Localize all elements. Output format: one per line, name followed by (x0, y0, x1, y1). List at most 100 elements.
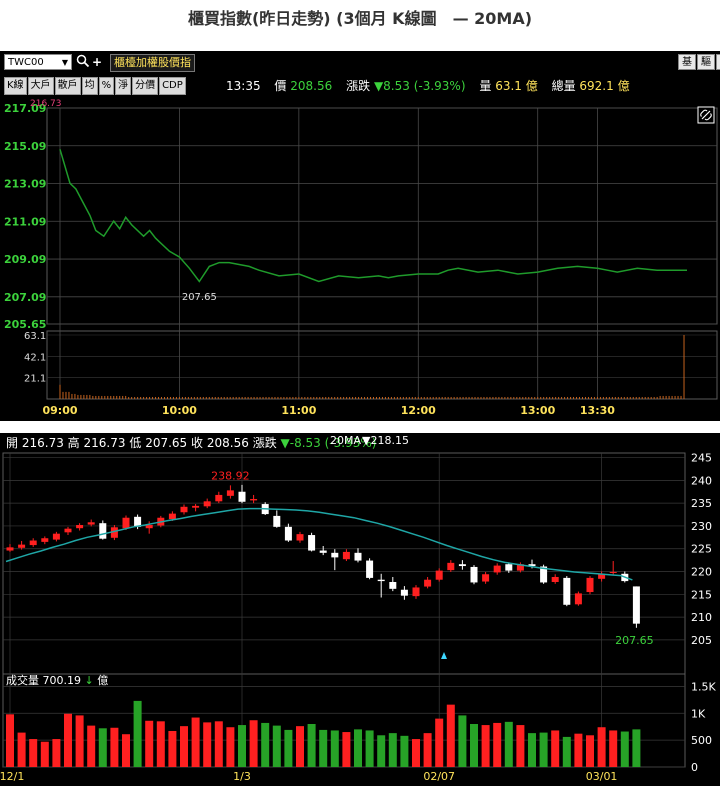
open-value-label: 216.73 (30, 99, 62, 109)
indicator-tabs: K線 大戶 散戶均% 淨分價 CDP (4, 77, 187, 95)
tab-kline[interactable]: K線 (4, 77, 27, 95)
volume-bar (238, 725, 246, 767)
price-tick-label: 210 (691, 611, 712, 624)
time-tick-label: 10:00 (162, 404, 197, 417)
candle-body (563, 577, 571, 605)
volume-legend-label: 成交量 (6, 674, 39, 687)
volume-bar (191, 717, 200, 767)
volume-bar (342, 732, 351, 767)
quote-volume: 63.1 億 (495, 79, 538, 93)
volume-bar (98, 728, 107, 767)
volume-bar (29, 739, 38, 767)
volume-bar (609, 730, 618, 767)
tab-major-holders[interactable]: 大戶 (27, 77, 54, 95)
volume-bar (17, 732, 26, 767)
candle-body (6, 547, 14, 551)
volume-bar (365, 730, 374, 767)
volume-bar (203, 722, 212, 767)
kline-chart: 20MA ▼218.15 245 240 235 230 225 220 215 210 205… (0, 434, 716, 783)
price-tick-label: 205 (691, 634, 712, 647)
volume-bar (586, 735, 594, 767)
tab-price-distribution[interactable]: 分價 (132, 77, 159, 95)
candle-body (424, 579, 432, 587)
candle-body (99, 523, 107, 539)
volume-bar (539, 732, 548, 767)
candle-body (215, 494, 223, 502)
candle-body (435, 570, 443, 580)
quote-bar: 13:35 價 208.56 漲跌 ▼8.53 (-3.93%) 量 63.1 … (226, 77, 630, 95)
low-value-label: 207.65 (182, 292, 217, 303)
volume-bar (180, 726, 188, 767)
ma20-line (5, 507, 633, 581)
tab-retail[interactable]: 散戶 (54, 77, 81, 95)
volume-bar (272, 725, 281, 767)
kline-plot-frame (2, 452, 686, 768)
toolbar: TWC00 ▼ + 櫃檯加權股價指 基 驅 肩 (0, 51, 720, 75)
volume-tick-label: 0 (691, 761, 698, 774)
candle-body (145, 525, 153, 529)
tab-average[interactable]: 均 (81, 77, 98, 95)
date-tick-label: 12/1 (0, 770, 24, 783)
peak-value-label: 238.92 (211, 469, 250, 482)
candle-body (377, 579, 385, 582)
date-tick-label: 1/3 (233, 770, 251, 783)
cursor-marker-icon[interactable] (441, 652, 447, 659)
add-icon[interactable]: + (92, 54, 102, 70)
candle-body (319, 550, 327, 553)
volume-bar (145, 720, 154, 767)
candle-body (342, 551, 350, 560)
volume-legend: 成交量 700.19 ↓ 億 (6, 672, 108, 688)
candle-body (493, 565, 501, 573)
volume-bar (435, 718, 444, 767)
volume-bar (330, 730, 339, 767)
candle-body (482, 574, 490, 582)
volume-bar (388, 733, 397, 767)
price-tick-label: 215.09 (4, 140, 46, 153)
price-tick-label: 215 (691, 588, 712, 601)
volume-bar (110, 727, 119, 767)
date-tick-label: 03/01 (586, 770, 618, 783)
candle-body (354, 552, 362, 561)
candle-body (447, 562, 455, 571)
volume-legend-unit: 億 (97, 674, 109, 687)
candle-body (366, 560, 374, 578)
volume-bar (423, 733, 432, 767)
tool-button-2[interactable]: 驅 (697, 54, 715, 70)
quote-total-label: 總量 (551, 79, 576, 93)
candle-body (52, 533, 60, 540)
volume-bar (377, 735, 386, 767)
symbol-select[interactable]: TWC00 ▼ (4, 54, 72, 70)
quote-price-label: 價 (274, 79, 287, 93)
volume-bar (528, 733, 536, 767)
volume-bar (249, 720, 258, 767)
candle-body (273, 515, 281, 527)
link-icon[interactable] (697, 106, 715, 124)
tool-button-3[interactable]: 肩 (716, 54, 720, 70)
time-tick-label: 12:00 (401, 404, 436, 417)
candle-body (192, 505, 200, 508)
candle-body (458, 564, 466, 567)
candle-body (296, 534, 304, 541)
volume-bar (412, 739, 420, 767)
volume-bar (261, 722, 270, 767)
quote-change: ▼8.53 (-3.93%) (373, 79, 466, 93)
volume-bar (632, 729, 641, 767)
volume-bar (296, 726, 304, 767)
quote-price: 208.56 (290, 79, 333, 93)
price-plot-frame (46, 107, 718, 325)
tab-cdp[interactable]: CDP (159, 77, 186, 95)
tab-percent[interactable]: % (98, 77, 115, 95)
volume-bar (354, 729, 362, 767)
volume-bar (470, 724, 478, 767)
volume-tick-label: 21.1 (24, 374, 46, 385)
volume-bar (597, 727, 606, 767)
tab-net[interactable]: 淨 (115, 77, 132, 95)
search-icon[interactable] (76, 54, 90, 70)
volume-legend-value: 700.19 (42, 674, 82, 687)
volume-bar (226, 727, 235, 767)
volume-bar (133, 700, 142, 767)
volume-bar (551, 730, 560, 767)
tool-button-1[interactable]: 基 (678, 54, 696, 70)
price-tick-label: 205.65 (4, 318, 46, 331)
candle-body (632, 586, 640, 624)
